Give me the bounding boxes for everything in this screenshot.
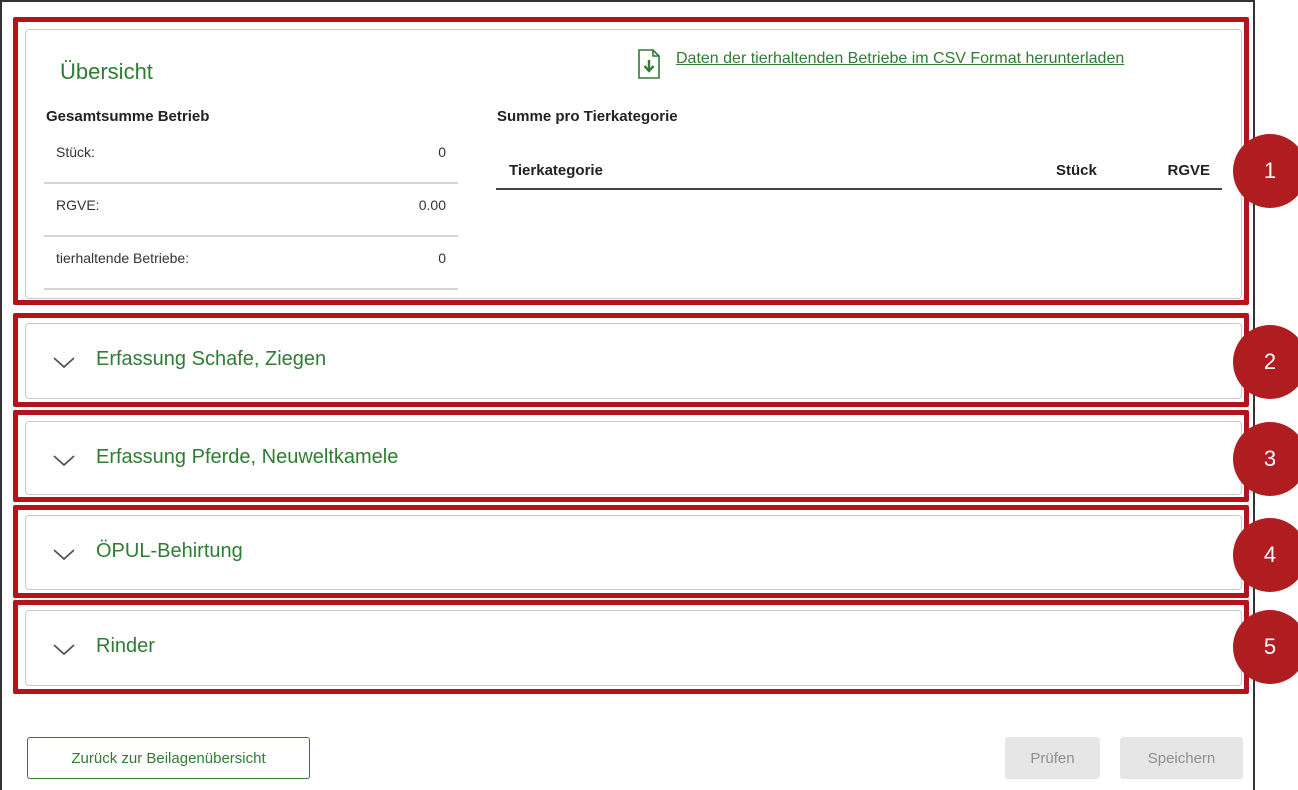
accordion-oepul-behirtung[interactable]: ÖPUL-Behirtung bbox=[25, 515, 1242, 590]
totals-value: 0.00 bbox=[418, 197, 446, 213]
totals-row-stueck: Stück: 0 bbox=[44, 131, 458, 184]
chevron-down-icon bbox=[53, 357, 75, 369]
back-to-overview-button[interactable]: Zurück zur Beilagenübersicht bbox=[27, 737, 310, 779]
accordion-title: Erfassung Schafe, Ziegen bbox=[96, 348, 327, 370]
overview-title: Übersicht bbox=[60, 59, 153, 84]
category-heading: Summe pro Tierkategorie bbox=[497, 108, 678, 125]
overview-panel: Übersicht Daten der tierhaltenden Betrie… bbox=[25, 29, 1242, 299]
totals-value: 0 bbox=[438, 144, 446, 160]
totals-label: tierhaltende Betriebe: bbox=[56, 250, 190, 266]
chevron-down-icon bbox=[53, 644, 75, 656]
totals-row-rgve: RGVE: 0.00 bbox=[44, 184, 458, 237]
accordion-title: ÖPUL-Behirtung bbox=[96, 540, 243, 562]
column-header-tierkategorie: Tierkategorie bbox=[509, 162, 603, 179]
accordion-rinder[interactable]: Rinder bbox=[25, 610, 1242, 686]
check-button[interactable]: Prüfen bbox=[1005, 737, 1100, 779]
accordion-title: Rinder bbox=[96, 635, 155, 657]
save-button[interactable]: Speichern bbox=[1120, 737, 1243, 779]
totals-label: Stück: bbox=[56, 144, 95, 160]
totals-value: 0 bbox=[438, 250, 446, 266]
annotation-badge-4: 4 bbox=[1233, 518, 1298, 592]
csv-download-link[interactable]: Daten der tierhaltenden Betriebe im CSV … bbox=[676, 50, 1124, 68]
totals-row-betriebe: tierhaltende Betriebe: 0 bbox=[44, 237, 458, 290]
totals-label: RGVE: bbox=[56, 197, 100, 213]
totals-heading: Gesamtsumme Betrieb bbox=[46, 108, 210, 125]
annotation-badge-3: 3 bbox=[1233, 422, 1298, 496]
chevron-down-icon bbox=[53, 455, 75, 467]
column-header-rgve: RGVE bbox=[1167, 162, 1210, 179]
accordion-pferde-neuweltkamele[interactable]: Erfassung Pferde, Neuweltkamele bbox=[25, 421, 1242, 495]
window-border-top bbox=[0, 0, 1255, 2]
window-border-left bbox=[0, 0, 2, 790]
annotation-badge-1: 1 bbox=[1233, 134, 1298, 208]
column-header-stueck: Stück bbox=[1056, 162, 1097, 179]
annotation-badge-2: 2 bbox=[1233, 325, 1298, 399]
chevron-down-icon bbox=[53, 549, 75, 561]
csv-download-icon[interactable] bbox=[638, 49, 660, 79]
accordion-schafe-ziegen[interactable]: Erfassung Schafe, Ziegen bbox=[25, 323, 1242, 399]
category-table-header: Tierkategorie Stück RGVE bbox=[496, 158, 1222, 190]
annotation-badge-5: 5 bbox=[1233, 610, 1298, 684]
accordion-title: Erfassung Pferde, Neuweltkamele bbox=[96, 446, 399, 468]
